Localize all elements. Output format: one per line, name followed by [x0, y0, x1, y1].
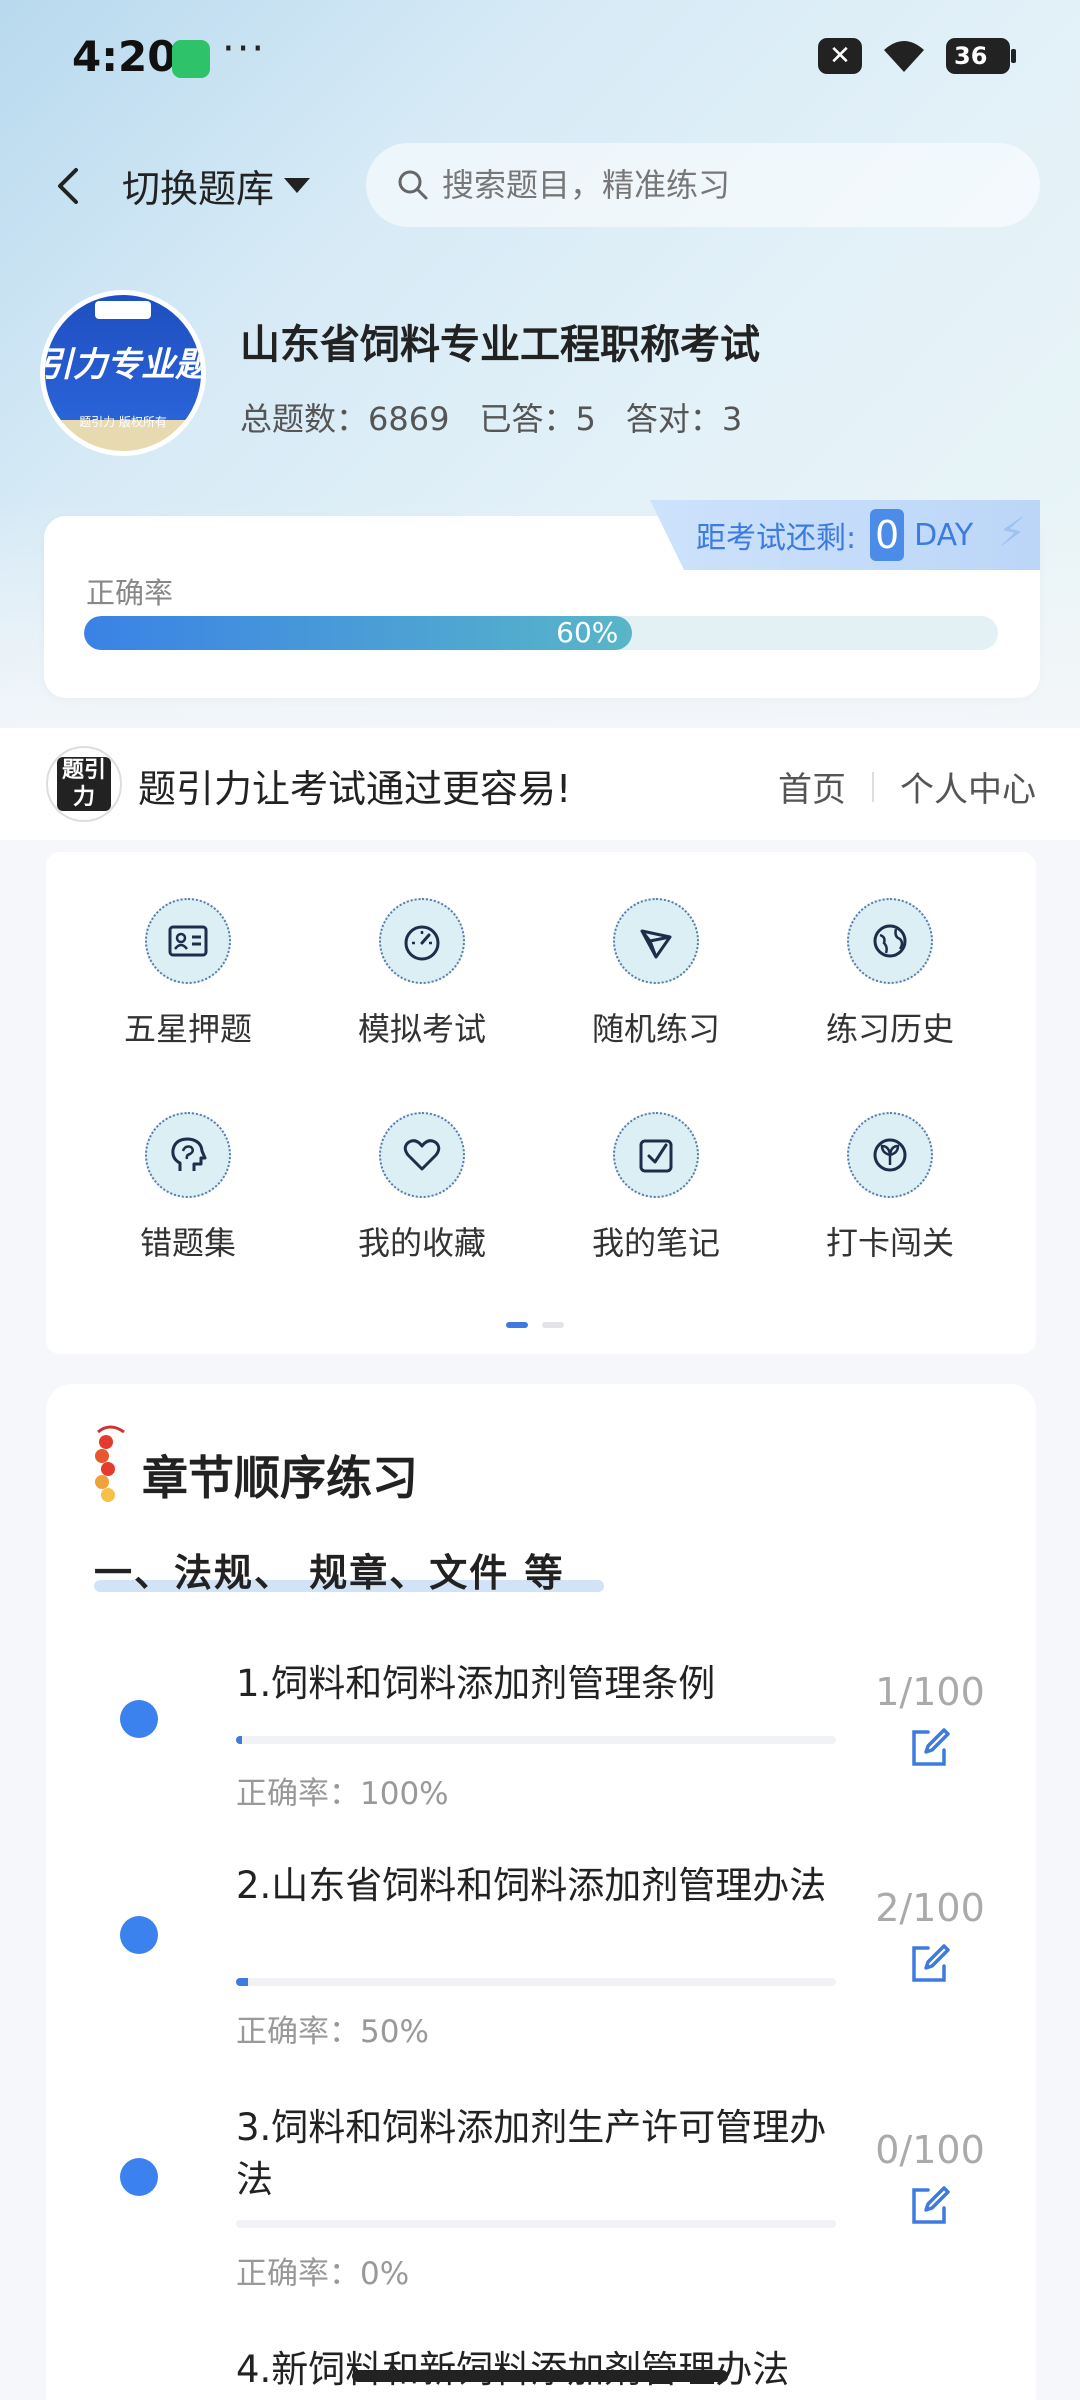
accuracy-progress-bar: 60% — [84, 616, 998, 650]
slogan-text: 题引力让考试通过更容易! — [138, 767, 572, 811]
leaf-badge-icon — [847, 1112, 933, 1198]
bank-stats: 总题数：6869 已答：5 答对：3 — [240, 394, 742, 440]
brand-logo: 题引力 — [46, 746, 122, 822]
nav-profile-link[interactable]: 个人中心 — [900, 762, 1036, 811]
search-input[interactable] — [442, 166, 1002, 204]
feature-random-practice[interactable]: 随机练习 — [556, 898, 756, 1050]
switch-bank-label: 切换题库 — [122, 167, 275, 211]
chapter-count: 1/100 — [875, 1670, 985, 1714]
wechat-icon — [172, 40, 210, 78]
edit-icon[interactable] — [906, 2182, 954, 2230]
chapter-progress-bar — [236, 1978, 836, 1986]
slogan-bar: 题引力 题引力让考试通过更容易! 首页 个人中心 — [0, 728, 1080, 840]
chapter-accuracy: 正确率：50% — [236, 2014, 429, 2050]
feature-label: 我的笔记 — [591, 1224, 720, 1262]
status-bar: 4:20 ··· ✕ 36 — [0, 0, 1080, 120]
feature-label: 模拟考试 — [357, 1010, 486, 1048]
back-icon[interactable] — [40, 156, 100, 216]
brand-logo-text: 题引力 — [57, 757, 111, 811]
edit-icon[interactable] — [906, 1940, 954, 1988]
bank-title: 山东省饲料专业工程职称考试 — [240, 322, 760, 368]
caret-down-icon — [284, 178, 311, 193]
id-card-icon — [145, 898, 231, 984]
feature-history[interactable]: 练习历史 — [790, 898, 990, 1050]
feature-grid: 五星押题 模拟考试 随机练习 练习历史 错题集 我的收藏 我的笔记 打卡闯关 — [46, 852, 1036, 1354]
chapter-progress-bar — [236, 2220, 836, 2228]
logo-text: 引力专业题 — [45, 345, 201, 385]
search-bar[interactable] — [366, 143, 1040, 227]
page-dot-active[interactable] — [506, 1322, 528, 1328]
nav-home-link[interactable]: 首页 — [778, 762, 846, 811]
nav-divider — [872, 771, 874, 802]
chapter-progress-fill — [236, 1978, 248, 1986]
countdown-label: 距考试还剩: — [696, 521, 857, 556]
feature-mock-exam[interactable]: 模拟考试 — [322, 898, 522, 1050]
chapter-title: 章节顺序练习 — [142, 1451, 418, 1505]
chapter-count: 2/100 — [875, 1886, 985, 1930]
bank-logo: 引力专业题 题引力 版权所有 — [40, 290, 206, 456]
globe-icon — [847, 898, 933, 984]
speedometer-icon — [379, 898, 465, 984]
chapter-practice-card: 章节顺序练习 一、法规、 规章、文件 等 1.饲料和饲料添加剂管理条例 正确率：… — [46, 1384, 1036, 2400]
feature-favorites[interactable]: 我的收藏 — [322, 1112, 522, 1264]
feature-label: 错题集 — [139, 1224, 236, 1262]
battery-icon: 36 — [946, 38, 1016, 74]
chapter-progress-bar — [236, 1736, 836, 1744]
switch-bank-dropdown[interactable]: 切换题库 — [122, 158, 311, 213]
feature-label: 五星押题 — [123, 1010, 252, 1048]
chapter-name: 3.饲料和饲料添加剂生产许可管理办 法 — [236, 2106, 827, 2201]
close-app-icon: ✕ — [818, 38, 862, 74]
feature-label: 练习历史 — [825, 1010, 954, 1048]
logo-subtext: 题引力 版权所有 — [79, 415, 167, 429]
accuracy-label: 正确率 — [86, 576, 174, 610]
feature-label: 我的收藏 — [357, 1224, 486, 1262]
head-brain-icon — [145, 1112, 231, 1198]
nav-links: 首页 个人中心 — [778, 762, 1036, 811]
edit-icon[interactable] — [906, 1724, 954, 1772]
chapter-accuracy: 正确率：0% — [236, 2256, 410, 2292]
lightning-icon: ⚡ — [997, 510, 1026, 556]
chapter-progress-fill — [236, 1736, 242, 1744]
feature-notes[interactable]: 我的笔记 — [556, 1112, 756, 1264]
feature-label: 打卡闯关 — [825, 1224, 954, 1262]
question-bank-info: 引力专业题 题引力 版权所有 山东省饲料专业工程职称考试 总题数：6869 已答… — [40, 290, 1040, 460]
chapter-dot — [120, 1916, 158, 1954]
status-time: 4:20 — [72, 32, 177, 81]
feature-label: 随机练习 — [591, 1010, 720, 1048]
chapter-item[interactable]: 2.山东省饲料和饲料添加剂管理办法 正确率：50% 2/100 — [46, 1860, 1036, 2080]
feature-five-star[interactable]: 五星押题 — [88, 898, 288, 1050]
page-dot[interactable] — [542, 1322, 564, 1328]
countdown-days: 0 — [870, 509, 905, 561]
section-title: 一、法规、 规章、文件 等 — [94, 1551, 565, 1595]
answered-count: 已答：5 — [479, 400, 596, 438]
correct-count: 答对：3 — [625, 400, 743, 438]
firecracker-icon — [95, 1425, 125, 1502]
chapter-name: 2.山东省饲料和饲料添加剂管理办法 — [236, 1864, 827, 1907]
page-indicator — [506, 1322, 564, 1328]
accuracy-progress-fill: 60% — [84, 616, 633, 650]
total-count: 总题数：6869 — [240, 400, 450, 438]
feature-wrong-questions[interactable]: 错题集 — [88, 1112, 288, 1264]
heart-icon — [379, 1112, 465, 1198]
chapter-name: 1.饲料和饲料添加剂管理条例 — [236, 1662, 716, 1705]
search-icon — [398, 170, 428, 200]
note-check-icon — [613, 1112, 699, 1198]
more-notifications-icon: ··· — [222, 26, 267, 72]
chapter-accuracy: 正确率：100% — [236, 1776, 449, 1812]
accuracy-card: 距考试还剩: 0 DAY ⚡ 正确率 60% — [44, 500, 1040, 698]
chapter-item[interactable]: 1.饲料和饲料添加剂管理条例 正确率：100% 1/100 — [46, 1654, 1036, 1854]
exam-countdown-badge: 距考试还剩: 0 DAY ⚡ — [650, 500, 1040, 570]
chapter-dot — [120, 2158, 158, 2196]
chapter-item[interactable]: 3.饲料和饲料添加剂生产许可管理办 法 正确率：0% 0/100 — [46, 2102, 1036, 2322]
feature-checkin[interactable]: 打卡闯关 — [790, 1112, 990, 1264]
shuffle-network-icon — [613, 898, 699, 984]
wifi-icon — [884, 41, 924, 72]
home-indicator[interactable] — [352, 2370, 728, 2382]
accuracy-percent: 60% — [556, 616, 619, 649]
top-navigation: 切换题库 — [0, 140, 1080, 230]
chapter-dot — [120, 1700, 158, 1738]
countdown-unit: DAY — [914, 517, 974, 553]
chapter-count: 0/100 — [875, 2128, 985, 2172]
